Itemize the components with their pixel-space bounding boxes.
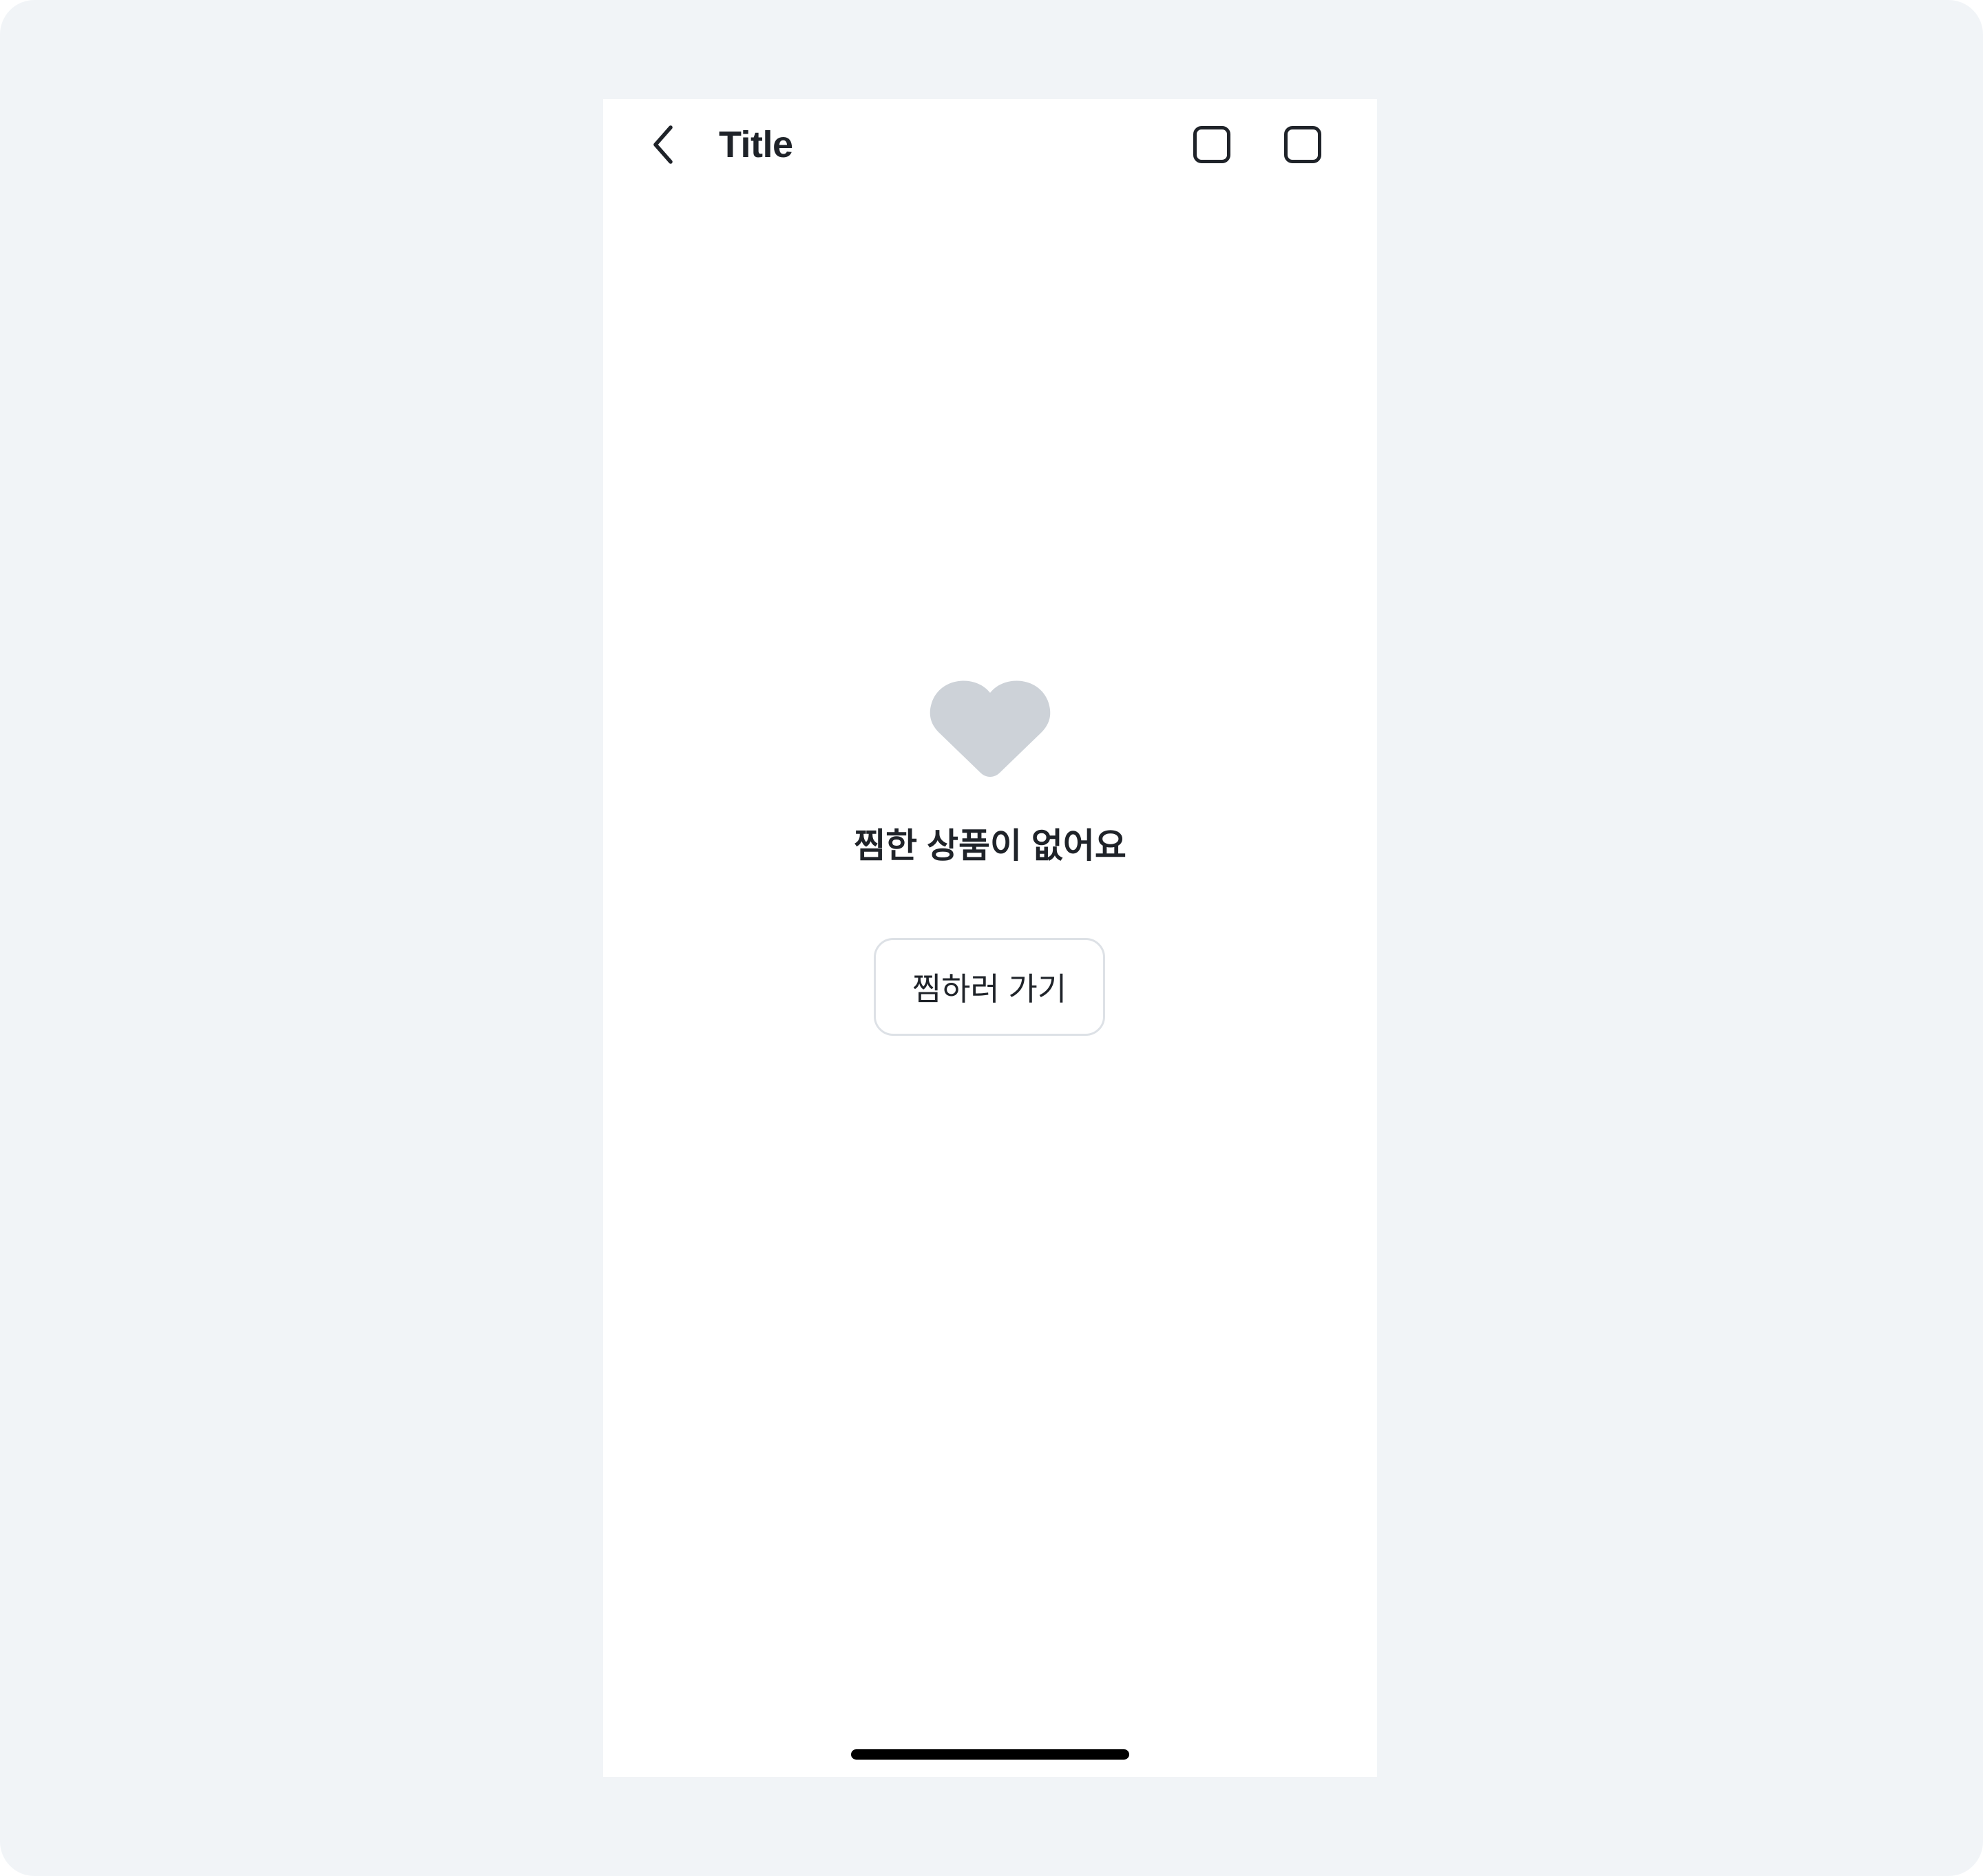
action-button-2[interactable] (1278, 120, 1328, 169)
go-to-wishlist-button[interactable]: 찜하러 가기 (874, 938, 1105, 1036)
back-button[interactable] (640, 120, 690, 169)
home-indicator (851, 1749, 1129, 1760)
square-icon (1284, 126, 1321, 163)
empty-message: 찜한 상품이 없어요 (854, 826, 1126, 865)
action-button-1[interactable] (1187, 120, 1237, 169)
canvas-background: Title 찜한 상품이 없어요 찜하러 가기 (0, 0, 1983, 1876)
square-icon (1193, 126, 1230, 163)
page-title: Title (719, 124, 793, 165)
chevron-left-icon (653, 125, 673, 164)
heart-icon (930, 680, 1051, 777)
top-app-bar: Title (603, 99, 1377, 190)
phone-screen: Title 찜한 상품이 없어요 찜하러 가기 (603, 99, 1377, 1777)
